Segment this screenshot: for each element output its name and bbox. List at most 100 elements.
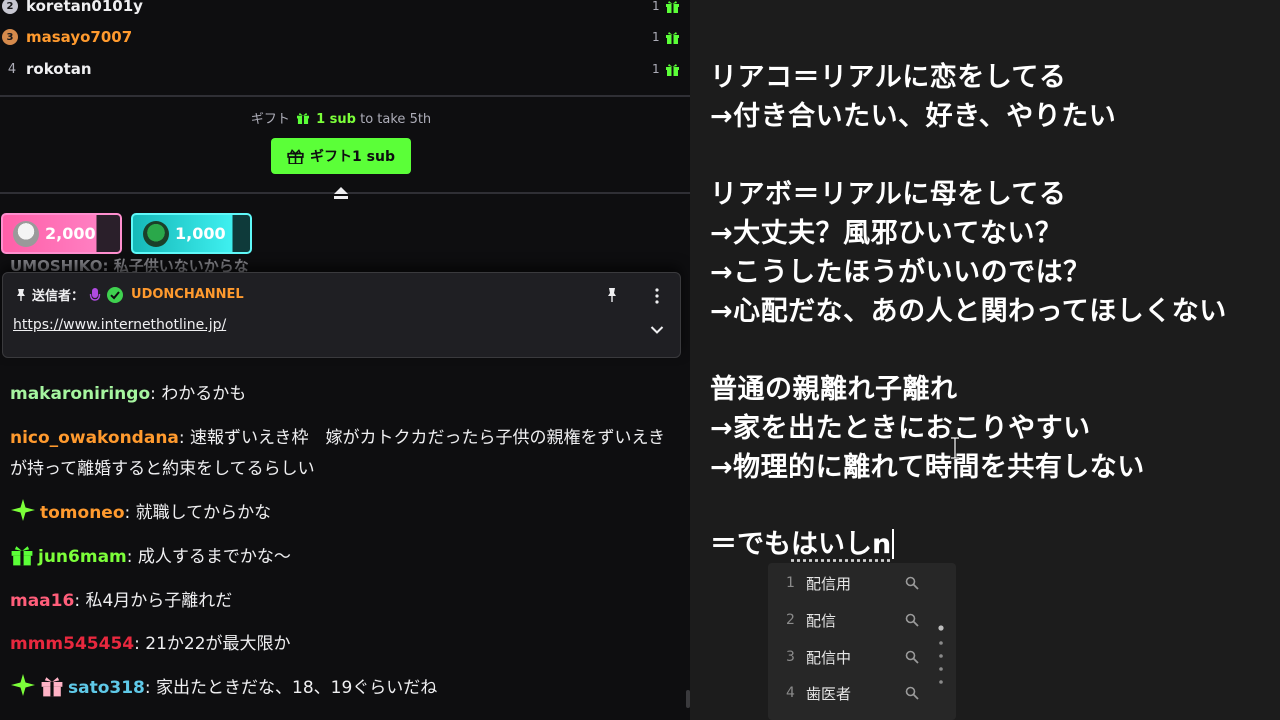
rank-medal-bronze: 3 [2, 29, 18, 45]
hype-pill[interactable]: 2,000 [1, 213, 122, 254]
gift-caption-prefix: ギフト [250, 112, 290, 127]
gift-caption-suffix: to take 5th [360, 112, 432, 127]
pinned-sender-name[interactable]: UDONCHANNEL [131, 287, 244, 302]
pinned-message: 送信者： UDONCHANNEL https://www.internethot… [2, 272, 681, 358]
note-line: →家を出たときにおこりやすい [710, 413, 1091, 444]
chat-text: 成人するまでかな〜 [137, 547, 291, 567]
pinned-sender-label: 送信者： [32, 289, 85, 304]
leaderboard-username: rokotan [26, 60, 92, 78]
note-line: →付き合いたい、好き、やりたい [710, 101, 1117, 132]
pinned-link[interactable]: https://www.internethotline.jp/ [13, 317, 226, 333]
gift-sub-button[interactable]: ギフト1 sub [271, 138, 411, 174]
chat-username[interactable]: jun6mam [38, 547, 127, 567]
rank-medal-silver: 2 [2, 0, 18, 14]
gift-count: 1 [652, 0, 660, 13]
chevron-down-icon[interactable] [650, 325, 664, 335]
more-options-icon[interactable] [654, 288, 660, 304]
chat-text: 家出たときだな、18、19ぐらいだね [156, 678, 438, 698]
candidate-number: 1 [786, 575, 795, 591]
leaderboard-row[interactable]: 3 masayo7007 1 [0, 22, 690, 52]
ime-committed-text: ＝でも [710, 529, 791, 560]
search-icon[interactable] [905, 613, 919, 627]
chat-text: 21か22が最大限か [145, 634, 291, 654]
search-icon[interactable] [905, 576, 919, 590]
leaderboard-row[interactable]: 2 koretan0101y 1 [0, 0, 690, 21]
ime-candidate-window: 1 配信用 2 配信 3 配信中 4 歯医者 [768, 563, 956, 720]
hype-amount: 1,000 [175, 224, 226, 243]
note-line: リアボ＝リアルに母をしてる [710, 179, 1067, 210]
note-line: →こうしたほうがいいのでは？ [710, 257, 1091, 288]
chat-message: sato318: 家出たときだな、18、19ぐらいだね [10, 673, 678, 704]
gift-icon [666, 63, 679, 76]
candidate-text: 配信用 [806, 574, 852, 593]
chat-separator: : [126, 547, 138, 567]
note-line: 普通の親離れ子離れ [710, 374, 958, 405]
ime-page-indicator[interactable] [938, 625, 944, 687]
ime-composition-text: はいしn [791, 529, 892, 560]
hype-pill[interactable]: 1,000 [131, 213, 252, 254]
note-line: リアコ＝リアルに恋をしてる [710, 62, 1067, 93]
candidate-text: 歯医者 [806, 684, 852, 703]
gift-badge-icon [11, 546, 33, 566]
chat-username[interactable]: tomoneo [40, 503, 125, 523]
collapse-icon[interactable] [331, 184, 351, 202]
text-caret [892, 529, 895, 559]
verified-icon [107, 286, 124, 303]
search-icon[interactable] [905, 650, 919, 664]
gift-count: 1 [652, 62, 660, 76]
leaderboard-username: masayo7007 [26, 28, 133, 46]
chat-username[interactable]: maa16 [10, 591, 74, 611]
candidate-number: 3 [786, 649, 795, 665]
note-line: →大丈夫？風邪ひいてない？ [710, 218, 1063, 249]
candidate-number: 2 [786, 612, 795, 628]
note-line: →心配だな、あの人と関わってほしくない [710, 296, 1227, 327]
chat-username[interactable]: mmm545454 [10, 634, 134, 654]
candidate-number: 4 [786, 685, 795, 701]
rank-number: 4 [7, 61, 17, 77]
screen: 2 koretan0101y 1 3 masayo7007 1 4 rokota… [0, 0, 1280, 720]
chat-message: makaroniringo: わかるかも [10, 379, 678, 410]
divider [0, 95, 690, 97]
gift-icon [296, 112, 309, 124]
ime-candidate[interactable]: 4 歯医者 [768, 675, 956, 711]
chat-separator: : [74, 591, 86, 611]
hype-amount: 2,000 [45, 224, 96, 243]
gift-count: 1 [652, 30, 660, 44]
chat-panel: 2 koretan0101y 1 3 masayo7007 1 4 rokota… [0, 0, 690, 720]
chat-text: 私4月から子離れだ [85, 591, 233, 611]
gift-caption-highlight: 1 sub [316, 112, 356, 127]
candidate-text: 配信 [806, 611, 837, 630]
pinned-header: 送信者： UDONCHANNEL [15, 285, 244, 304]
ime-candidate[interactable]: 1 配信用 [768, 565, 956, 601]
chat-username[interactable]: nico_owakondana [10, 428, 179, 448]
candidate-text: 配信中 [806, 648, 852, 667]
microphone-icon [89, 287, 101, 301]
sparkle-badge-icon [11, 499, 35, 521]
sparkle-badge-icon [11, 674, 35, 696]
leaderboard-row[interactable]: 4 rokotan 1 [0, 54, 690, 84]
ime-input-line[interactable]: ＝でもはいしn [710, 522, 895, 561]
chat-separator: : [134, 634, 146, 654]
note-line: →物理的に離れて時間を共有しない [710, 452, 1145, 483]
chat-text: わかるかも [161, 384, 247, 404]
ime-candidate[interactable]: 3 配信中 [768, 639, 956, 675]
chat-text: 就職してからかな [135, 503, 272, 523]
chat-message: maa16: 私4月から子離れだ [10, 586, 678, 617]
avatar [143, 220, 169, 247]
chat-separator: : [178, 428, 191, 448]
ime-candidate[interactable]: 2 配信 [768, 602, 956, 638]
pin-icon[interactable] [606, 287, 618, 303]
gift-icon [287, 148, 304, 164]
avatar [13, 220, 39, 247]
pin-icon [17, 289, 25, 301]
chat-message: mmm545454: 21か22が最大限か [10, 629, 678, 660]
chat-separator: : [144, 678, 157, 698]
gift-icon [666, 0, 679, 13]
gift-caption: ギフト 1 sub to take 5th [0, 108, 682, 127]
search-icon[interactable] [905, 686, 919, 700]
chat-message: nico_owakondana: 速報ずいえき枠 嫁がカトクカだったら子供の親権… [10, 423, 678, 485]
chat-message: tomoneo: 就職してからかな [10, 498, 678, 529]
chat-username[interactable]: makaroniringo [10, 384, 150, 404]
i-beam-cursor-icon [951, 437, 959, 459]
chat-username[interactable]: sato318 [68, 678, 145, 698]
